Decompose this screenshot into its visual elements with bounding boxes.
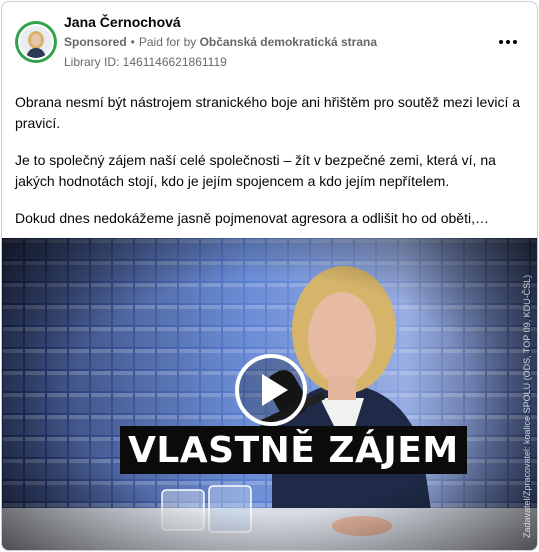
post-body: Obrana nesmí být nástrojem stranického b… [15,92,525,245]
author-name[interactable]: Jana Černochová [64,14,181,30]
avatar-image [18,24,54,60]
play-button[interactable] [235,354,307,426]
separator-dot: • [130,35,135,49]
library-id: Library ID: 1461146621861119 [64,55,227,69]
sponsored-label: Sponsored [64,35,127,49]
payer-name[interactable]: Občanská demokratická strana [200,35,377,49]
more-options-button[interactable] [494,30,522,54]
post-header: Jana Černochová Sponsored • Paid for by Ob… [2,2,537,80]
post-paragraph: Dokud dnes nedokážeme jasně pojmenovat a… [15,210,489,226]
play-icon [261,374,288,406]
ad-card: Jana Černochová Sponsored • Paid for by Ob… [1,1,538,551]
disclaimer-text: Zadavatel/Zpracovatel: koalice SPOLU (OD… [522,274,532,538]
video-player[interactable]: VLASTNĚ ZÁJEM Zadavatel/Zpracovatel: koa… [2,238,537,550]
avatar[interactable] [15,21,57,63]
video-caption: VLASTNĚ ZÁJEM [120,426,467,474]
post-paragraph: Je to společný zájem naší celé společnos… [15,152,496,189]
vertical-disclaimer: Zadavatel/Zpracovatel: koalice SPOLU (OD… [520,248,534,538]
sponsored-line: Sponsored • Paid for by Občanská demokrati… [64,35,377,49]
more-horizontal-icon [499,40,503,44]
paid-for-prefix: Paid for by [138,35,197,49]
post-paragraph: Obrana nesmí být nástrojem stranického b… [15,94,521,131]
